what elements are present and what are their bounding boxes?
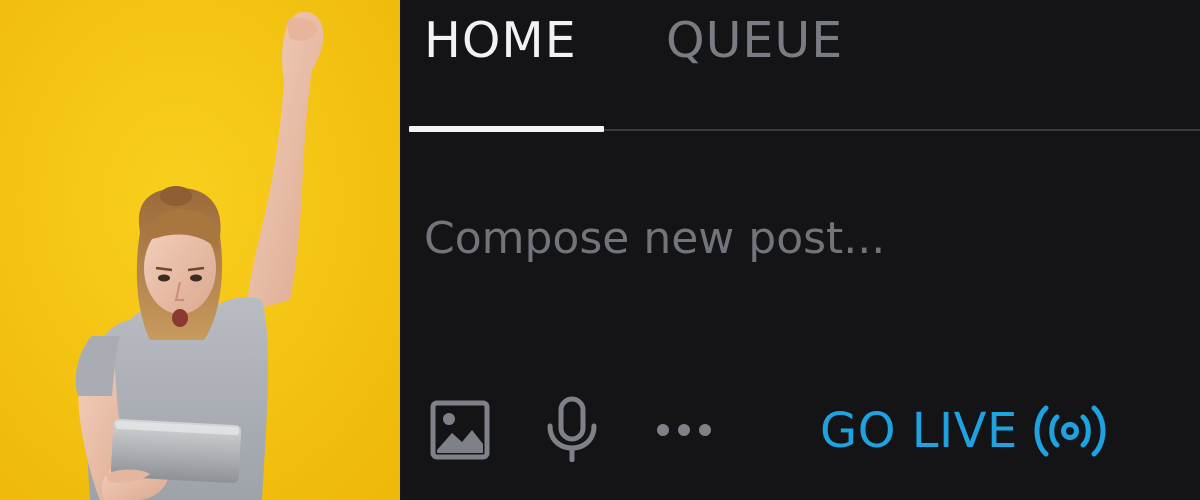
active-tab-indicator bbox=[409, 126, 604, 132]
image-icon bbox=[430, 400, 490, 460]
more-horizontal-icon bbox=[657, 424, 711, 436]
go-live-label: GO LIVE bbox=[820, 403, 1018, 459]
screen: HOME QUEUE Compose new post... GO LIVE bbox=[0, 0, 1200, 500]
hero-photo bbox=[0, 0, 400, 500]
app-panel: HOME QUEUE Compose new post... GO LIVE bbox=[400, 0, 1200, 500]
tab-queue[interactable]: QUEUE bbox=[666, 12, 843, 70]
go-live-button[interactable]: GO LIVE bbox=[820, 396, 1108, 466]
voice-record-button[interactable] bbox=[544, 396, 600, 463]
tab-bar: HOME QUEUE bbox=[400, 0, 1200, 132]
more-options-button[interactable] bbox=[655, 418, 713, 442]
add-image-button[interactable] bbox=[430, 400, 490, 460]
photo-illustration bbox=[0, 0, 400, 500]
microphone-icon bbox=[547, 396, 597, 463]
broadcast-icon bbox=[1034, 405, 1106, 457]
tab-home[interactable]: HOME bbox=[424, 12, 577, 70]
compose-post-input[interactable] bbox=[420, 206, 1168, 270]
